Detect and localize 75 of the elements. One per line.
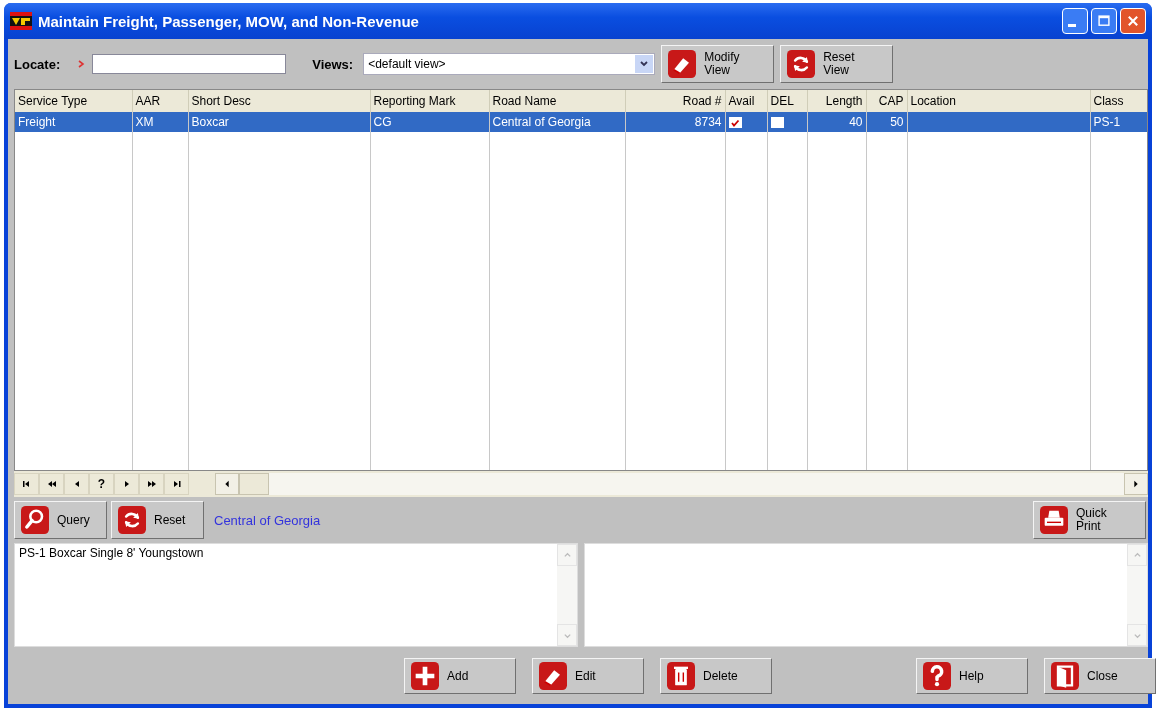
checkbox[interactable] bbox=[728, 117, 742, 129]
window-title: Maintain Freight, Passenger, MOW, and Non-Revenue bbox=[38, 12, 420, 30]
close-icon bbox=[1126, 14, 1140, 28]
notes-field[interactable]: PS-1 Boxcar Single 8' Youngstown bbox=[14, 543, 578, 647]
add-button[interactable]: Add bbox=[404, 657, 516, 694]
next-page-button[interactable] bbox=[139, 473, 164, 495]
help-icon bbox=[923, 661, 951, 690]
column-header[interactable]: Road # bbox=[625, 90, 725, 112]
vertical-scrollbar[interactable] bbox=[557, 544, 577, 646]
table-cell: XM bbox=[135, 115, 154, 129]
horizontal-scrollbar[interactable] bbox=[215, 473, 1148, 495]
table-cell: CG bbox=[373, 115, 392, 129]
door-icon bbox=[1051, 661, 1079, 690]
modify-view-button[interactable]: Modify View bbox=[661, 45, 775, 83]
views-label: Views: bbox=[312, 56, 354, 72]
column-header[interactable]: Class bbox=[1090, 90, 1147, 112]
vertical-scrollbar[interactable] bbox=[1127, 544, 1147, 646]
column-header[interactable]: DEL bbox=[767, 90, 807, 112]
maximize-icon bbox=[1097, 14, 1111, 28]
next-page-icon bbox=[145, 478, 158, 490]
chevron-down-icon bbox=[639, 59, 650, 69]
minimize-button[interactable] bbox=[1062, 8, 1088, 34]
column-header[interactable]: CAP bbox=[866, 90, 907, 112]
table-cell: 8734 bbox=[694, 115, 722, 129]
printer-icon bbox=[1040, 506, 1068, 534]
column-header[interactable]: Service Type bbox=[15, 90, 132, 112]
plus-icon bbox=[411, 661, 439, 690]
edit-button[interactable]: Edit bbox=[532, 657, 644, 694]
scroll-up-icon bbox=[562, 550, 572, 560]
notes-field[interactable] bbox=[584, 543, 1148, 647]
help-button[interactable]: Help bbox=[916, 657, 1028, 694]
locate-label: Locate: bbox=[14, 56, 61, 72]
minimize-icon bbox=[1068, 23, 1076, 27]
table-cell: Central of Georgia bbox=[492, 115, 591, 129]
query-button[interactable]: Query bbox=[14, 501, 107, 539]
locate-field[interactable] bbox=[92, 54, 287, 74]
column-header[interactable]: Avail bbox=[725, 90, 767, 112]
next-button[interactable] bbox=[114, 473, 139, 495]
refresh-icon bbox=[787, 50, 816, 78]
prev-page-button[interactable] bbox=[39, 473, 64, 495]
query-nav-button[interactable]: ? bbox=[89, 473, 114, 495]
refresh-icon bbox=[118, 506, 146, 534]
table-row[interactable]: Freight XM Boxcar CG Central of Georgia 8734 40 50 PS-1 bbox=[15, 112, 1147, 132]
delete-button[interactable]: Delete bbox=[660, 657, 772, 694]
app-icon bbox=[10, 12, 32, 30]
magnifier-icon bbox=[21, 506, 49, 534]
checkbox[interactable] bbox=[770, 117, 784, 129]
maximize-button[interactable] bbox=[1091, 8, 1117, 34]
road-name-label: Central of Georgia bbox=[214, 512, 321, 528]
eraser-icon bbox=[668, 50, 697, 78]
views-dropdown[interactable]: <default view> bbox=[363, 53, 656, 75]
column-header[interactable]: Reporting Mark bbox=[370, 90, 489, 112]
quick-print-button[interactable]: Quick Print bbox=[1033, 501, 1146, 539]
table-cell: Boxcar bbox=[191, 115, 229, 129]
reset-view-button[interactable]: Reset View bbox=[780, 45, 894, 83]
table-cell: Freight bbox=[18, 115, 56, 129]
column-header[interactable]: Length bbox=[807, 90, 866, 112]
scroll-up-icon bbox=[1132, 550, 1142, 560]
reset-button[interactable]: Reset bbox=[111, 501, 204, 539]
prev-button[interactable] bbox=[64, 473, 89, 495]
column-header[interactable]: Location bbox=[907, 90, 1090, 112]
column-header[interactable]: Short Desc bbox=[188, 90, 370, 112]
eraser-icon bbox=[539, 661, 567, 690]
trash-icon bbox=[667, 661, 695, 690]
column-header[interactable]: Road Name bbox=[489, 90, 625, 112]
first-button[interactable] bbox=[14, 473, 39, 495]
pointer-icon bbox=[78, 60, 87, 68]
table-cell: 40 bbox=[849, 115, 863, 129]
column-header[interactable]: AAR bbox=[132, 90, 188, 112]
close-button[interactable] bbox=[1120, 8, 1146, 34]
close-button[interactable]: Close bbox=[1044, 657, 1156, 694]
table-cell: 50 bbox=[890, 115, 904, 129]
table-cell: PS-1 bbox=[1093, 115, 1121, 129]
notes-text: PS-1 Boxcar Single 8' Youngstown bbox=[18, 545, 205, 562]
last-button[interactable] bbox=[164, 473, 189, 495]
